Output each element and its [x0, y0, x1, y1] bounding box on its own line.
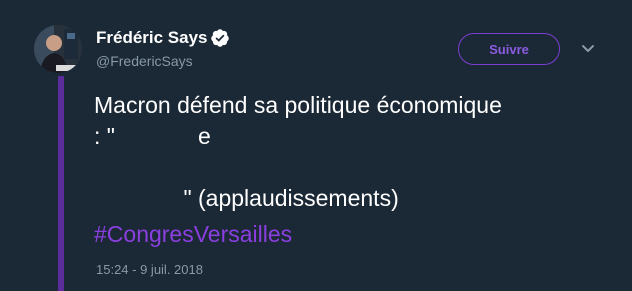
tweet-text-line: " (applaudissements) — [94, 185, 399, 211]
author-handle[interactable]: @FredericSays — [96, 53, 193, 69]
chevron-down-icon[interactable] — [581, 44, 595, 54]
tweet-text-line: Macron défend sa politique économique — [94, 92, 502, 118]
verified-badge-icon — [211, 29, 229, 47]
tweet-text: Macron défend sa politique économique : … — [94, 90, 614, 214]
follow-button[interactable]: Suivre — [458, 33, 560, 65]
tweet-timestamp[interactable]: 15:24 - 9 juil. 2018 — [96, 262, 203, 277]
tweet-card: Frédéric Says @FredericSays Suivre Macro… — [0, 0, 632, 291]
author-display-name[interactable]: Frédéric Says — [96, 28, 208, 48]
avatar[interactable] — [34, 25, 82, 73]
tweet-text-line: : " e — [94, 123, 211, 149]
thread-line — [58, 76, 64, 291]
tweet-text-line — [94, 152, 614, 183]
hashtag-link[interactable]: #CongresVersailles — [94, 219, 292, 250]
